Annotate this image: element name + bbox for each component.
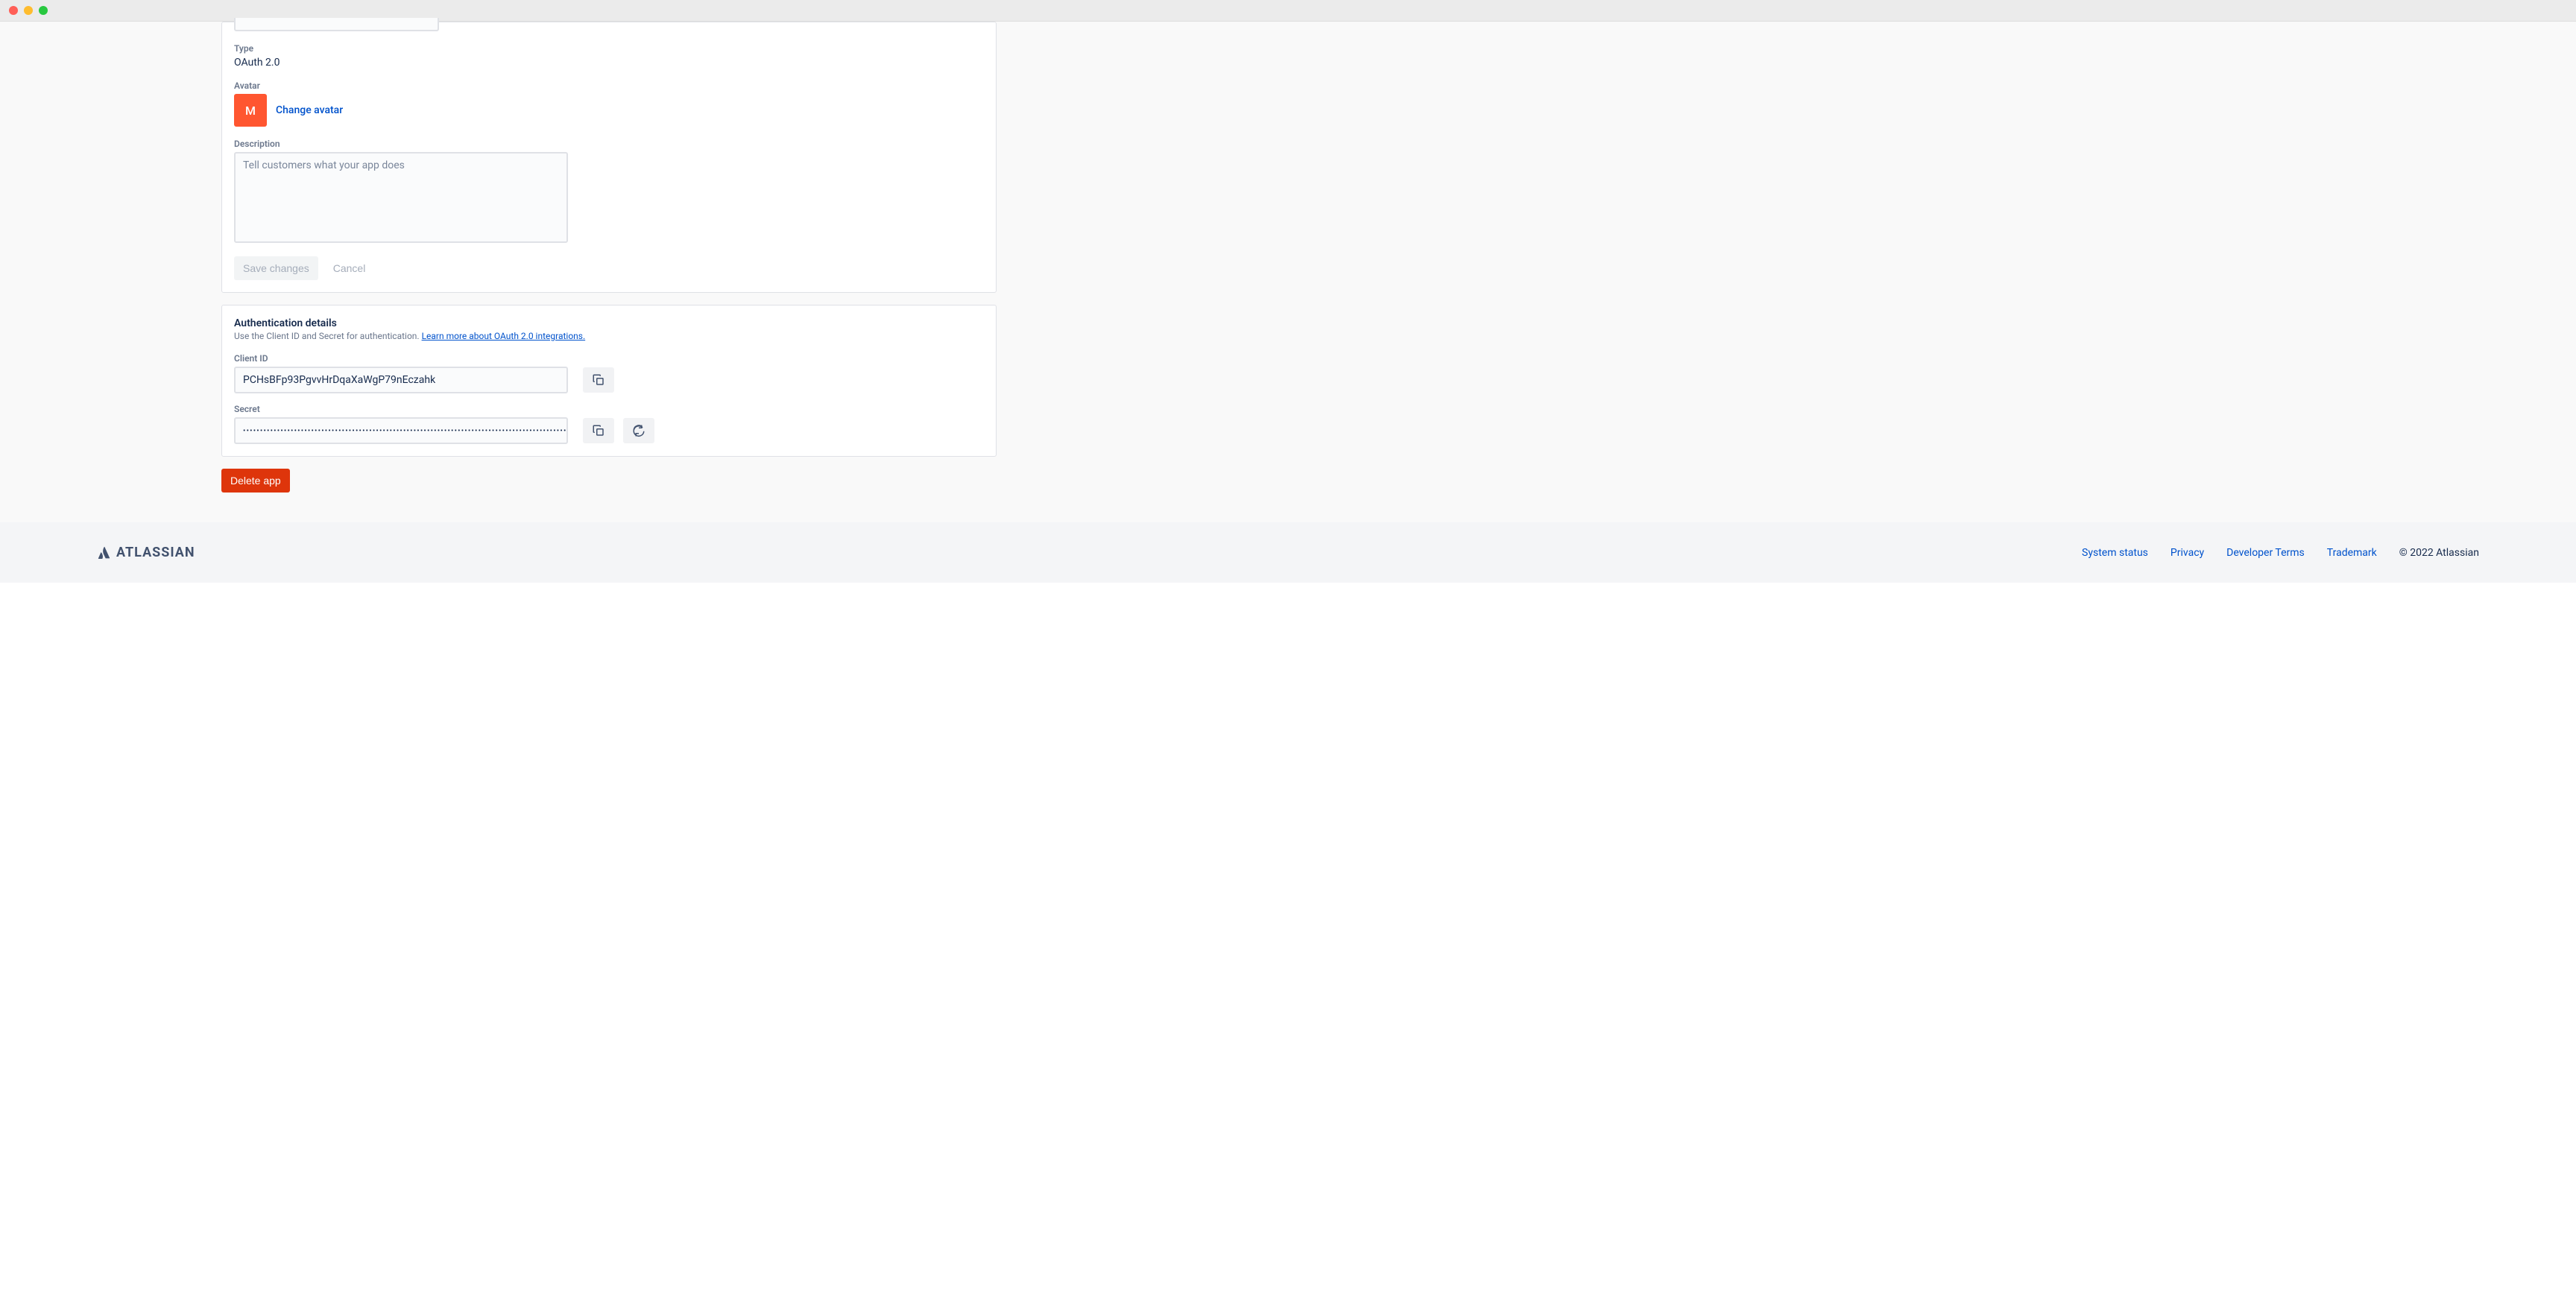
type-label: Type	[234, 43, 984, 54]
auth-subtext: Use the Client ID and Secret for authent…	[234, 331, 984, 341]
footer: ATLASSIAN System status Privacy Develope…	[0, 522, 2576, 583]
avatar-label: Avatar	[234, 80, 984, 91]
refresh-icon	[632, 424, 645, 437]
footer-brand: ATLASSIAN	[116, 545, 195, 560]
save-button[interactable]: Save changes	[234, 256, 318, 280]
avatar: M	[234, 94, 267, 127]
name-input-stub[interactable]	[234, 18, 439, 31]
auth-heading: Authentication details	[234, 317, 984, 329]
footer-link-trademark[interactable]: Trademark	[2327, 547, 2377, 559]
footer-link-terms[interactable]: Developer Terms	[2226, 547, 2305, 559]
secret-label: Secret	[234, 404, 984, 414]
regenerate-secret-button[interactable]	[623, 418, 654, 443]
avatar-letter: M	[245, 104, 256, 118]
app-details-card: Type OAuth 2.0 Avatar M Change avatar De…	[221, 22, 997, 293]
footer-copyright: © 2022 Atlassian	[2399, 547, 2479, 559]
delete-app-button[interactable]: Delete app	[221, 469, 290, 493]
footer-link-status[interactable]: System status	[2082, 547, 2148, 559]
secret-value[interactable]: ••••••••••••••••••••••••••••••••••••••••…	[234, 417, 568, 444]
client-id-label: Client ID	[234, 353, 984, 364]
auth-sub-prefix: Use the Client ID and Secret for authent…	[234, 331, 422, 341]
cancel-button[interactable]: Cancel	[324, 256, 375, 280]
copy-icon	[592, 424, 605, 437]
change-avatar-button[interactable]: Change avatar	[276, 104, 343, 116]
page-body: Type OAuth 2.0 Avatar M Change avatar De…	[0, 22, 2576, 522]
close-icon[interactable]	[9, 6, 18, 15]
copy-secret-button[interactable]	[583, 418, 614, 443]
auth-details-card: Authentication details Use the Client ID…	[221, 305, 997, 457]
secret-mask: ••••••••••••••••••••••••••••••••••••••••…	[243, 427, 568, 435]
auth-learn-more-link[interactable]: Learn more about OAuth 2.0 integrations.	[422, 331, 586, 341]
maximize-icon[interactable]	[39, 6, 48, 15]
copy-client-id-button[interactable]	[583, 367, 614, 393]
copy-icon	[592, 373, 605, 387]
type-value: OAuth 2.0	[234, 57, 984, 69]
minimize-icon[interactable]	[24, 6, 33, 15]
footer-logo: ATLASSIAN	[97, 545, 195, 560]
description-label: Description	[234, 139, 984, 149]
atlassian-logo-icon	[97, 545, 112, 560]
footer-link-privacy[interactable]: Privacy	[2171, 547, 2204, 559]
description-input[interactable]	[234, 152, 568, 243]
client-id-value[interactable]: PCHsBFp93PgvvHrDqaXaWgP79nEczahk	[234, 367, 568, 393]
